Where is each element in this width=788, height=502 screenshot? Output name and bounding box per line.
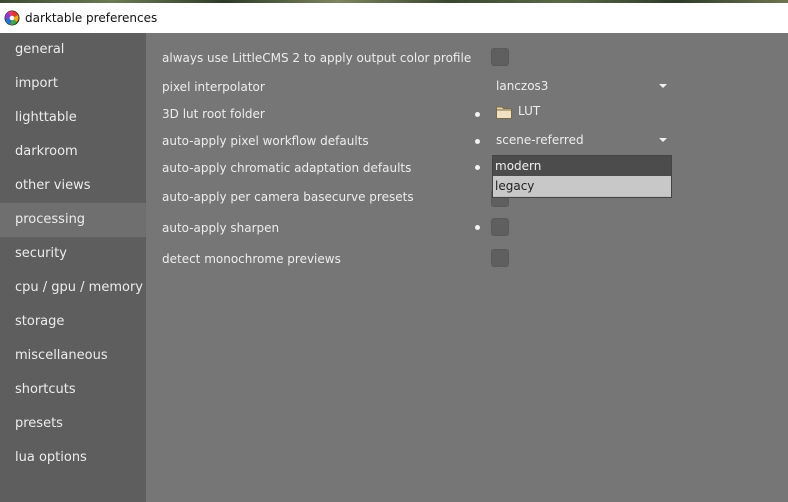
sidebar-item-darkroom[interactable]: darkroom — [0, 135, 146, 169]
sidebar-item-processing[interactable]: processing — [0, 203, 146, 237]
lut-folder-value: LUT — [518, 104, 541, 118]
modified-indicator-dot — [475, 112, 480, 117]
monochrome-checkbox[interactable] — [491, 249, 509, 267]
pixel-workflow-label: auto-apply pixel workflow defaults — [162, 134, 369, 148]
sidebar-item-lighttable[interactable]: lighttable — [0, 101, 146, 135]
dropdown-option-legacy[interactable]: legacy — [493, 176, 671, 196]
lut-folder-label: 3D lut root folder — [162, 107, 265, 121]
sidebar-item-presets[interactable]: presets — [0, 407, 146, 441]
sidebar-item-security[interactable]: security — [0, 237, 146, 271]
sidebar-item-import[interactable]: import — [0, 67, 146, 101]
pixel-workflow-combo[interactable]: scene-referred — [491, 132, 671, 150]
sidebar-item-general[interactable]: general — [0, 33, 146, 67]
pixel-workflow-value: scene-referred — [496, 133, 584, 147]
modified-indicator-dot — [475, 165, 480, 170]
preferences-sidebar: general import lighttable darkroom other… — [0, 33, 146, 502]
sharpen-checkbox[interactable] — [491, 218, 509, 236]
sidebar-item-storage[interactable]: storage — [0, 305, 146, 339]
dropdown-option-modern[interactable]: modern — [493, 156, 671, 176]
sharpen-label: auto-apply sharpen — [162, 221, 280, 235]
modified-indicator-dot — [475, 225, 480, 230]
basecurve-label: auto-apply per camera basecurve presets — [162, 190, 414, 204]
title-bar: darktable preferences — [0, 0, 788, 33]
processing-settings-panel: always use LittleCMS 2 to apply output c… — [146, 33, 788, 502]
modified-indicator-dot — [475, 139, 480, 144]
folder-icon — [496, 106, 512, 119]
darktable-logo-icon — [4, 10, 20, 26]
lcms-label: always use LittleCMS 2 to apply output c… — [162, 51, 472, 65]
interpolator-label: pixel interpolator — [162, 80, 265, 94]
desktop-background-strip — [0, 0, 788, 3]
window-title: darktable preferences — [25, 11, 158, 25]
sidebar-item-other-views[interactable]: other views — [0, 169, 146, 203]
chevron-down-icon — [659, 138, 667, 142]
lcms-checkbox[interactable] — [491, 48, 509, 66]
monochrome-label: detect monochrome previews — [162, 252, 341, 266]
chromatic-label: auto-apply chromatic adaptation defaults — [162, 161, 412, 175]
sidebar-item-shortcuts[interactable]: shortcuts — [0, 373, 146, 407]
chromatic-adaptation-dropdown: modern legacy — [492, 155, 672, 198]
sidebar-item-cpu-gpu-memory[interactable]: cpu / gpu / memory — [0, 271, 146, 305]
interpolator-value: lanczos3 — [496, 79, 549, 93]
sidebar-item-miscellaneous[interactable]: miscellaneous — [0, 339, 146, 373]
chevron-down-icon — [659, 84, 667, 88]
interpolator-combo[interactable]: lanczos3 — [491, 78, 671, 96]
sidebar-item-lua-options[interactable]: lua options — [0, 441, 146, 475]
